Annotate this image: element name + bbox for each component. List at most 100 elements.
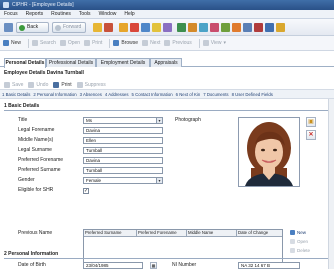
next-button[interactable]: Next <box>142 40 160 46</box>
home-icon[interactable] <box>4 23 13 32</box>
middle-names-field[interactable]: Ellen <box>83 137 163 144</box>
date-of-birth-field[interactable]: 23/04/1985 <box>83 262 143 269</box>
calendar-icon: ▦ <box>151 263 156 268</box>
edit-toolbar: Save Undo Print Suppress <box>0 80 334 89</box>
section-link-documents[interactable]: 7 Documents <box>203 92 228 97</box>
legal-forename-field[interactable]: Davina <box>83 127 163 134</box>
close-icon: ✕ <box>308 132 314 138</box>
view-button[interactable]: View ▾ <box>202 40 227 46</box>
section-divider <box>4 110 330 111</box>
open-icon <box>290 239 295 244</box>
people-icon[interactable] <box>141 23 150 32</box>
window-title: CIPHR - [Employee Details] <box>12 2 74 8</box>
new-icon <box>3 40 9 46</box>
menu-help[interactable]: Help <box>124 11 134 17</box>
print-record-button[interactable]: Print <box>84 40 102 46</box>
chevron-down-icon: ▾ <box>156 118 162 123</box>
previous-name-label: Previous Name <box>18 230 53 236</box>
section-nav: 1 Basic Details 2 Personal Information 3… <box>0 89 334 99</box>
previous-icon <box>164 40 171 46</box>
delete-photo-button[interactable]: ✕ <box>306 130 316 140</box>
chevron-down-icon: ▾ <box>223 40 227 46</box>
column-preferred-surname[interactable]: Preferred Surname <box>84 230 137 237</box>
gender-label: Gender <box>18 177 35 183</box>
middle-names-label: Middle Name(s) <box>18 137 54 143</box>
window-titlebar: CIPHR - [Employee Details] <box>0 0 334 10</box>
column-preferred-forename[interactable]: Preferred Forename <box>137 230 187 237</box>
recruitment-icon[interactable] <box>210 23 219 32</box>
chart-icon[interactable] <box>177 23 186 32</box>
tab-professional-details[interactable]: Professional Details <box>46 58 96 67</box>
preferred-surname-field[interactable]: Turnball <box>83 167 163 174</box>
legal-surname-field[interactable]: Turnball <box>83 147 163 154</box>
search-button[interactable]: Search <box>32 40 56 46</box>
legal-forename-label: Legal Forename <box>18 127 55 133</box>
preferred-forename-label: Preferred Forename <box>18 157 64 163</box>
section-link-basic-details[interactable]: 1 Basic Details <box>2 92 30 97</box>
back-button[interactable]: Back <box>16 22 49 33</box>
section-link-next-of-kin[interactable]: 6 Next of Kin <box>176 92 201 97</box>
lightbulb-icon[interactable] <box>276 23 285 32</box>
ni-number-field[interactable]: NA 32 14 67 B <box>238 262 300 269</box>
pay-icon[interactable] <box>221 23 230 32</box>
previous-name-delete-button[interactable]: Delete <box>290 248 310 253</box>
section-link-contact-information[interactable]: 5 Contact Information <box>132 92 173 97</box>
new-button[interactable]: New <box>3 40 21 46</box>
print-icon <box>84 40 91 46</box>
column-middle-name[interactable]: Middle Name <box>187 230 237 237</box>
absence-icon[interactable] <box>199 23 208 32</box>
menu-routines[interactable]: Routines <box>51 11 71 17</box>
tab-appraisals[interactable]: Appraisals <box>150 58 182 67</box>
forward-button[interactable]: Forward <box>52 22 86 33</box>
vertical-scrollbar[interactable] <box>328 99 334 269</box>
pension-icon[interactable] <box>232 23 241 32</box>
training-icon[interactable] <box>188 23 197 32</box>
previous-name-open-button[interactable]: Open <box>290 239 308 244</box>
alert-icon[interactable] <box>254 23 263 32</box>
previous-button[interactable]: Previous <box>164 40 192 46</box>
tab-personal-details[interactable]: Personal Details <box>4 58 46 68</box>
user-icon[interactable] <box>265 23 274 32</box>
app-icon <box>3 2 9 8</box>
browse-button[interactable]: Browse <box>113 40 138 46</box>
browse-icon <box>113 40 120 46</box>
section-link-personal-information[interactable]: 2 Personal Information <box>33 92 76 97</box>
menu-bar: Focus Reports Routines Tools Window Help <box>0 10 334 19</box>
report-icon[interactable] <box>130 23 139 32</box>
menu-reports[interactable]: Reports <box>26 11 44 17</box>
menu-tools[interactable]: Tools <box>79 11 91 17</box>
new-icon <box>290 230 295 235</box>
menu-focus[interactable]: Focus <box>4 11 18 17</box>
edit-photo-button[interactable]: ▣ <box>306 117 316 127</box>
print-button[interactable]: Print <box>53 81 72 88</box>
tab-employment-details[interactable]: Employment Details <box>96 58 150 67</box>
documents-icon[interactable] <box>119 23 128 32</box>
preferred-surname-label: Preferred Surname <box>18 167 61 173</box>
folder-icon[interactable] <box>93 23 102 32</box>
toolbar-separator <box>28 38 30 48</box>
settings-icon[interactable] <box>243 23 252 32</box>
gender-select[interactable]: Female ▾ <box>83 177 163 184</box>
view-icon <box>202 40 209 46</box>
title-select[interactable]: Ms ▾ <box>83 117 163 124</box>
previous-name-new-button[interactable]: New <box>290 230 306 235</box>
delete-icon <box>290 248 295 253</box>
back-arrow-icon <box>19 25 25 31</box>
preferred-forename-field[interactable]: Davina <box>83 157 163 164</box>
undo-button[interactable]: Undo <box>28 81 48 88</box>
favorites-icon[interactable] <box>104 23 113 32</box>
key-icon[interactable] <box>152 23 161 32</box>
calendar-icon[interactable] <box>163 23 172 32</box>
employee-header: Employee Details Davina Turnball <box>4 70 84 76</box>
section-link-user-defined-fields[interactable]: 8 User Defined Fields <box>232 92 273 97</box>
column-date-of-change[interactable]: Date of Change <box>237 230 283 237</box>
section-link-absences[interactable]: 3 Absences <box>80 92 102 97</box>
section-link-addresses[interactable]: 4 Addresses <box>105 92 129 97</box>
eligible-shr-checkbox[interactable]: ✓ <box>83 188 89 194</box>
suppress-button[interactable]: Suppress <box>76 81 106 88</box>
calendar-picker-button[interactable]: ▦ <box>150 262 157 269</box>
menu-window[interactable]: Window <box>99 11 117 17</box>
open-button[interactable]: Open <box>59 40 80 46</box>
save-button[interactable]: Save <box>4 81 23 88</box>
save-icon <box>4 81 10 88</box>
